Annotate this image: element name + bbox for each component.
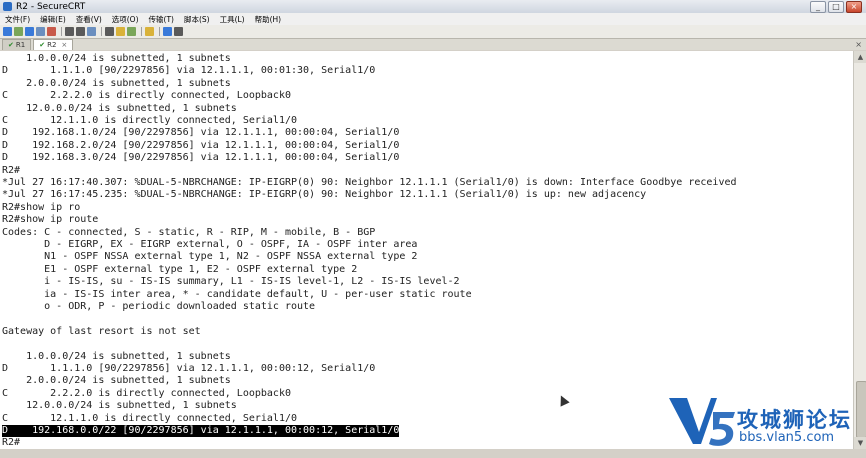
session-tab-bar: ✔ R1 ✔ R2 × × <box>0 39 866 50</box>
tab-r2[interactable]: ✔ R2 × <box>33 39 74 50</box>
menu-item[interactable]: 编辑(E) <box>35 14 71 25</box>
terminal-line: R2#show ip ro <box>2 201 81 213</box>
watermark-logo: 攻城狮论坛 bbs.vlan5.com <box>665 392 865 454</box>
settings-icon[interactable] <box>116 27 125 36</box>
menu-item[interactable]: 工具(L) <box>215 14 250 25</box>
terminal-line: C 2.2.2.0 is directly connected, Loopbac… <box>2 387 291 399</box>
maximize-button[interactable]: □ <box>828 0 844 13</box>
print-icon[interactable] <box>105 27 114 36</box>
menu-bar: 文件(F) 编辑(E) 查看(V) 选项(O) 传输(T) 脚本(S) 工具(L) 帮助(H) <box>0 13 866 25</box>
menu-item[interactable]: 查看(V) <box>71 14 107 25</box>
terminal-line: 2.0.0.0/24 is subnetted, 1 subnets <box>2 77 231 89</box>
terminal-line: o - ODR, P - periodic downloaded static … <box>2 301 316 312</box>
terminal-line: R2# <box>2 164 21 176</box>
tab-label: R1 <box>15 41 26 49</box>
terminal-line: 1.0.0.0/24 is subnetted, 1 subnets <box>2 350 231 362</box>
copy-icon[interactable] <box>65 27 74 36</box>
connected-check-icon: ✔ <box>8 41 14 49</box>
terminal-line: D 192.168.1.0/24 [90/2297856] via 12.1.1… <box>2 127 400 139</box>
connected-check-icon: ✔ <box>39 41 46 49</box>
connect-icon[interactable] <box>3 27 12 36</box>
reconnect-icon[interactable] <box>36 27 45 36</box>
terminal-line: R2#show ip route <box>2 214 99 226</box>
key-icon[interactable] <box>145 27 154 36</box>
sftp-icon[interactable] <box>127 27 136 36</box>
terminal-line: 12.0.0.0/24 is subnetted, 1 subnets <box>2 400 237 412</box>
paste-icon[interactable] <box>76 27 85 36</box>
terminal-line: D 192.168.3.0/24 [90/2297856] via 12.1.1… <box>2 152 400 164</box>
tab-label: R2 <box>47 41 57 49</box>
terminal-line: C 12.1.1.0 is directly connected, Serial… <box>2 115 298 126</box>
terminal-line: ia - IS-IS inter area, * - candidate def… <box>2 288 472 300</box>
title-bar: R2 - SecureCRT _ □ × <box>0 0 866 13</box>
vertical-scrollbar[interactable]: ▲ ▼ <box>853 51 866 449</box>
help-icon[interactable] <box>163 27 172 36</box>
terminal-line: C 2.2.2.0 is directly connected, Loopbac… <box>2 90 291 102</box>
disconnect-icon[interactable] <box>47 27 56 36</box>
v5-logo-icon <box>669 398 735 446</box>
terminal-line: D 1.1.1.0 [90/2297856] via 12.1.1.1, 00:… <box>2 65 376 77</box>
window-title: R2 - SecureCRT <box>16 1 86 12</box>
toolbar <box>0 25 866 39</box>
terminal-line: C 12.1.1.0 is directly connected, Serial… <box>2 412 298 424</box>
brand-url: bbs.vlan5.com <box>739 430 835 445</box>
tab-close-icon[interactable]: × <box>61 40 67 50</box>
close-button[interactable]: × <box>846 0 862 13</box>
terminal-line: R2# <box>2 437 21 449</box>
terminal-line: 1.0.0.0/24 is subnetted, 1 subnets <box>2 53 231 64</box>
close-session-icon[interactable]: × <box>855 40 862 50</box>
connect-in-tab-icon[interactable] <box>25 27 34 36</box>
selected-terminal-line: D 192.168.0.0/22 [90/2297856] via 12.1.1… <box>2 425 400 437</box>
terminal-output[interactable]: 1.0.0.0/24 is subnetted, 1 subnets D 1.1.… <box>0 51 853 449</box>
menu-item[interactable]: 选项(O) <box>107 14 144 25</box>
terminal-line: i - IS-IS, su - IS-IS summary, L1 - IS-I… <box>2 276 460 288</box>
menu-item[interactable]: 帮助(H) <box>250 14 287 25</box>
terminal-line: D 1.1.1.0 [90/2297856] via 12.1.1.1, 00:… <box>2 363 376 374</box>
menu-item[interactable]: 文件(F) <box>0 14 35 25</box>
terminal-line: Codes: C - connected, S - static, R - RI… <box>2 226 376 238</box>
terminal-line: D - EIGRP, EX - EIGRP external, O - OSPF… <box>2 239 418 250</box>
securecrt-app-icon <box>3 2 12 11</box>
find-icon[interactable] <box>87 27 96 36</box>
menu-item[interactable]: 传输(T) <box>144 14 179 25</box>
terminal-line: 2.0.0.0/24 is subnetted, 1 subnets <box>2 375 231 387</box>
terminal-line: *Jul 27 16:17:40.307: %DUAL-5-NBRCHANGE:… <box>2 177 737 188</box>
about-icon[interactable] <box>174 27 183 36</box>
terminal-line: D 192.168.2.0/24 [90/2297856] via 12.1.1… <box>2 139 400 151</box>
menu-item[interactable]: 脚本(S) <box>179 14 215 25</box>
scroll-up-icon[interactable]: ▲ <box>854 51 866 63</box>
minimize-button[interactable]: _ <box>810 0 826 13</box>
quick-connect-icon[interactable] <box>14 27 23 36</box>
terminal-line: N1 - OSPF NSSA external type 1, N2 - OSP… <box>2 251 418 263</box>
terminal-line: *Jul 27 16:17:45.235: %DUAL-5-NBRCHANGE:… <box>2 189 647 201</box>
tab-r1[interactable]: ✔ R1 <box>2 39 32 50</box>
terminal-line: 12.0.0.0/24 is subnetted, 1 subnets <box>2 102 237 114</box>
terminal-line: Gateway of last resort is not set <box>2 325 201 337</box>
terminal-line: E1 - OSPF external type 1, E2 - OSPF ext… <box>2 263 358 275</box>
